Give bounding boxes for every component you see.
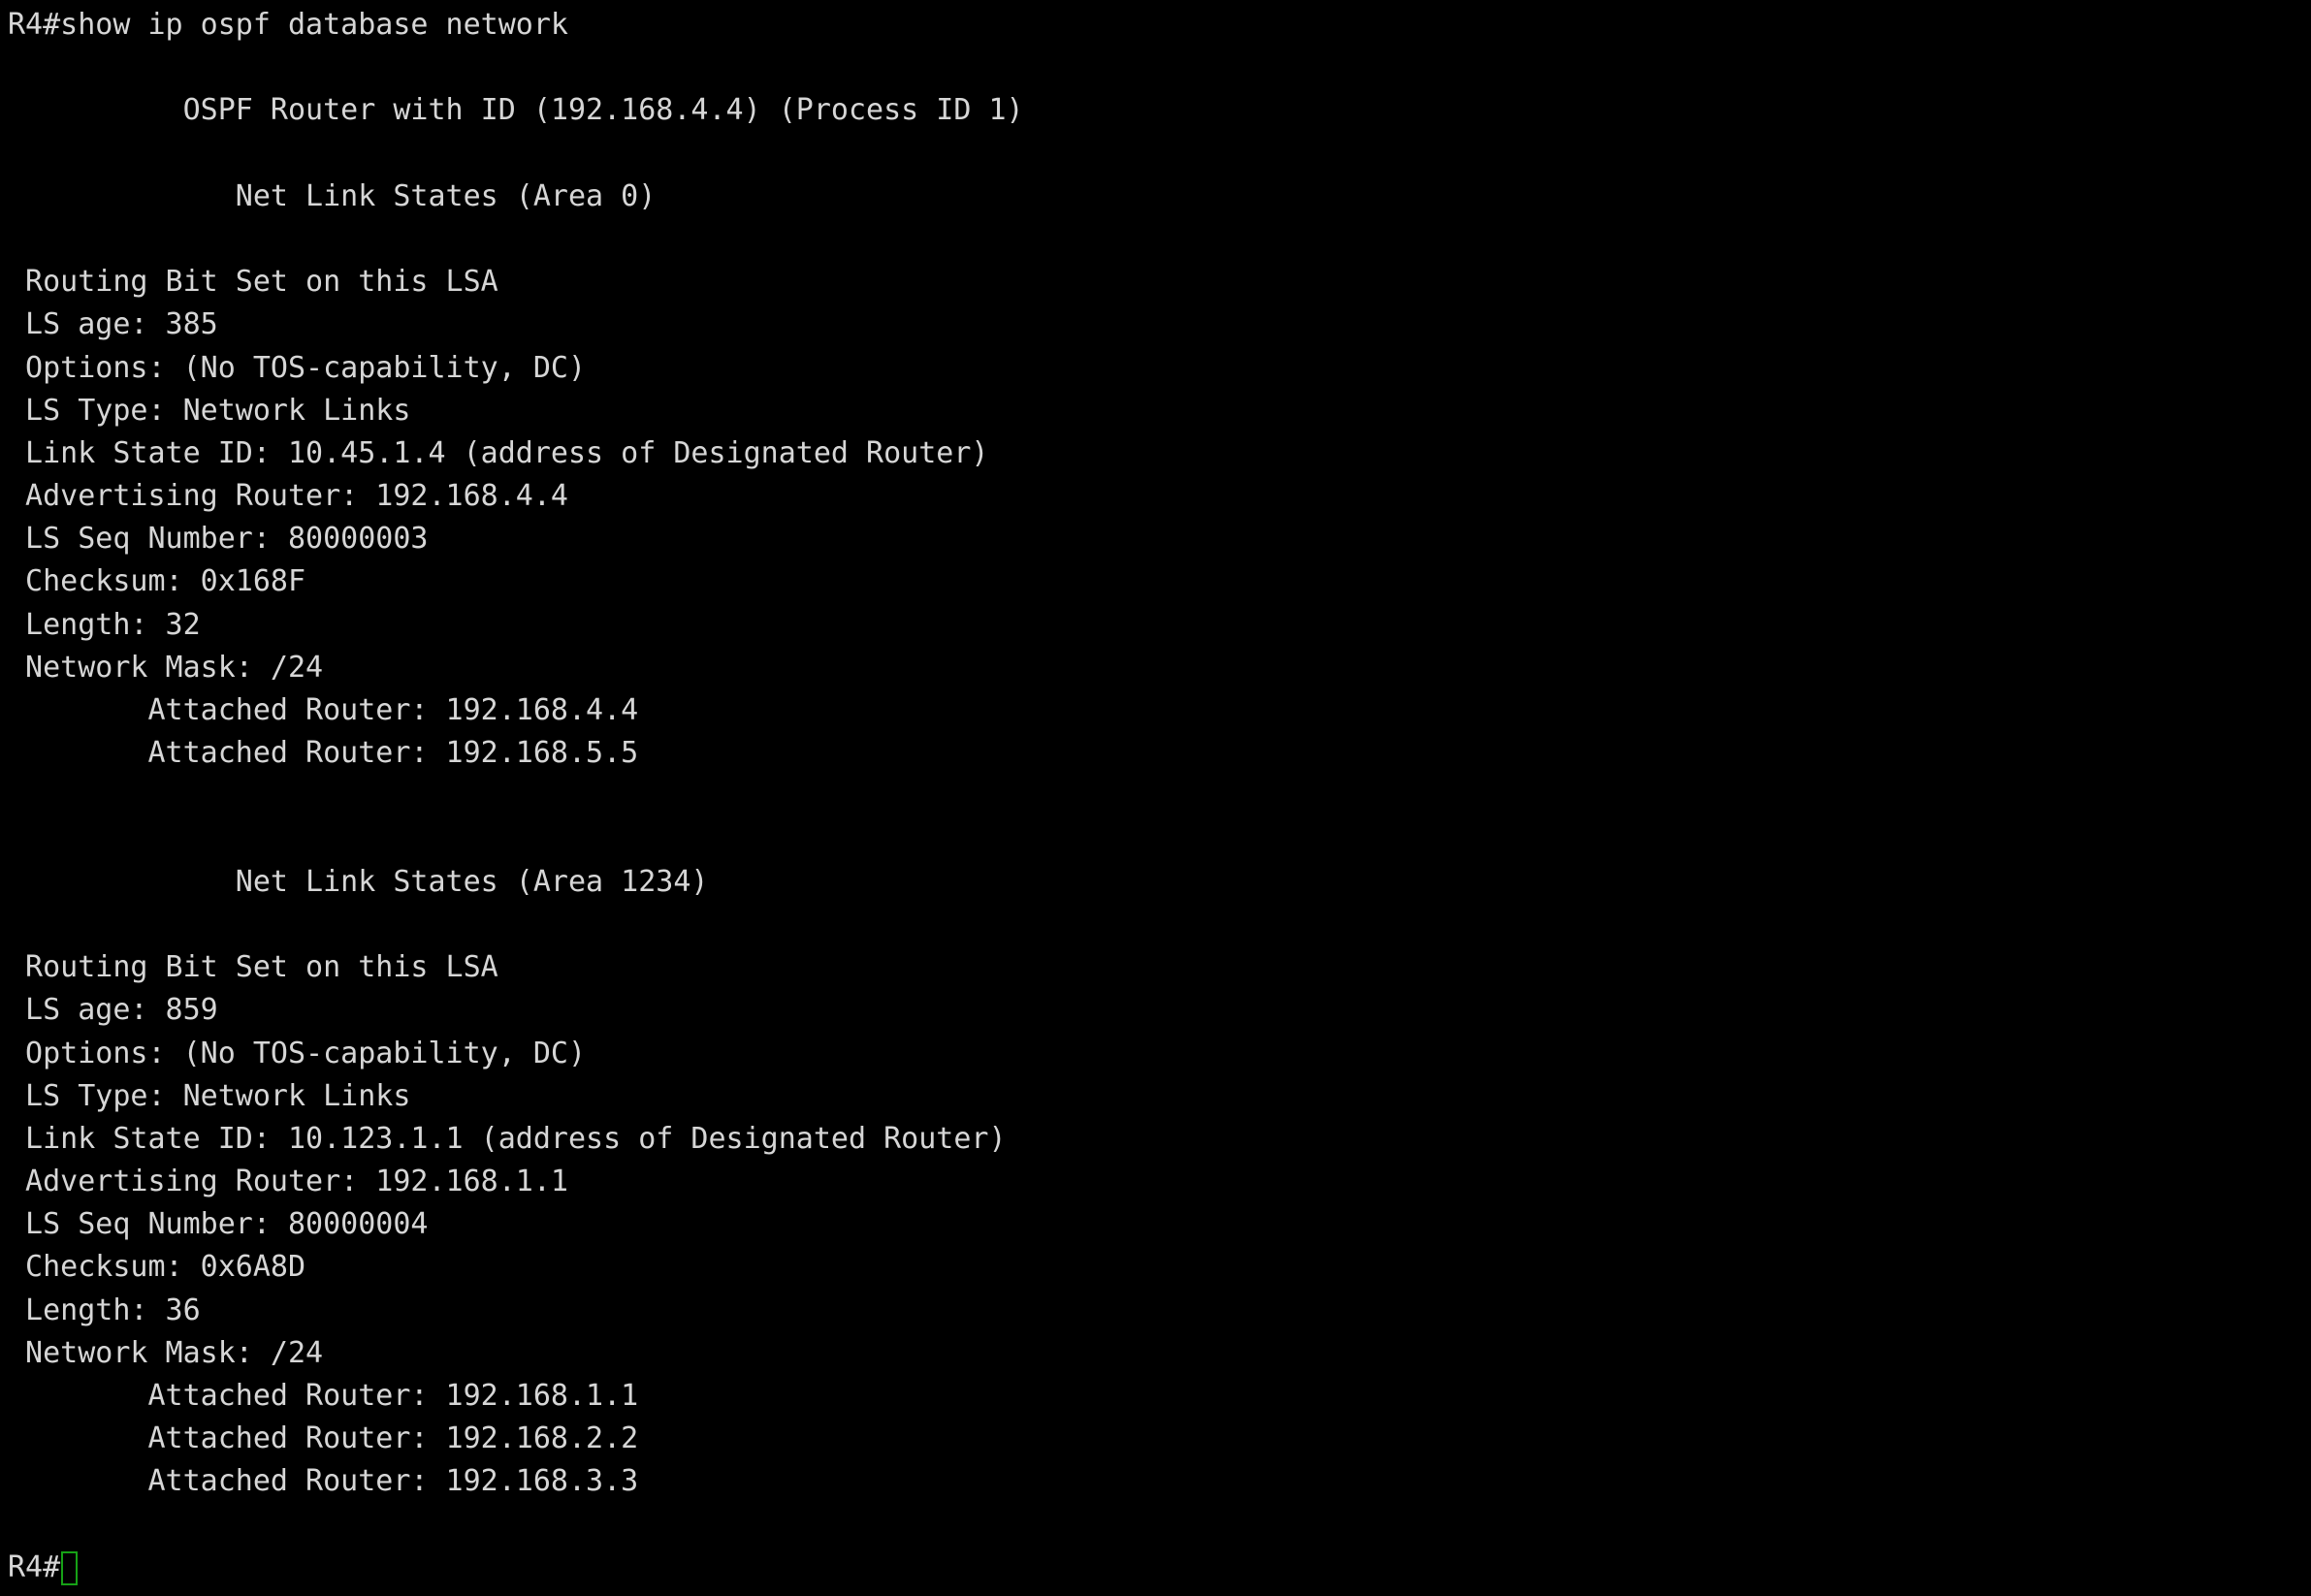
- lsa-line-network-mask: Network Mask: /24: [8, 1335, 324, 1370]
- text-cursor: [61, 1551, 79, 1586]
- lsa-line-ls-seq-number: LS Seq Number: 80000003: [8, 522, 429, 557]
- lsa-line-attached-router: Attached Router: 192.168.3.3: [8, 1464, 639, 1499]
- lsa-line-routing-bit: Routing Bit Set on this LSA: [8, 950, 498, 985]
- command-line: R4#show ip ospf database network: [8, 8, 568, 42]
- prompt-label: R4#: [8, 1549, 61, 1584]
- lsa-line-advertising-router: Advertising Router: 192.168.1.1: [8, 1165, 568, 1199]
- lsa-line-ls-seq-number: LS Seq Number: 80000004: [8, 1207, 429, 1242]
- ospf-router-header: OSPF Router with ID (192.168.4.4) (Proce…: [8, 93, 1024, 128]
- lsa-line-attached-router: Attached Router: 192.168.2.2: [8, 1421, 639, 1456]
- lsa-line-ls-type: LS Type: Network Links: [8, 393, 411, 428]
- lsa-line-attached-router: Attached Router: 192.168.4.4: [8, 693, 639, 727]
- lsa-line-routing-bit: Routing Bit Set on this LSA: [8, 265, 498, 300]
- lsa-line-network-mask: Network Mask: /24: [8, 650, 324, 685]
- lsa-line-checksum: Checksum: 0x6A8D: [8, 1250, 306, 1285]
- lsa-line-options: Options: (No TOS-capability, DC): [8, 1036, 587, 1070]
- section-header-area-0: Net Link States (Area 0): [8, 178, 657, 213]
- lsa-line-checksum: Checksum: 0x168F: [8, 564, 306, 599]
- terminal-screen[interactable]: R4#show ip ospf database network OSPF Ro…: [0, 0, 2311, 1596]
- lsa-line-options: Options: (No TOS-capability, DC): [8, 350, 587, 385]
- lsa-line-attached-router: Attached Router: 192.168.1.1: [8, 1379, 639, 1413]
- lsa-line-length: Length: 32: [8, 607, 201, 642]
- lsa-line-advertising-router: Advertising Router: 192.168.4.4: [8, 479, 568, 514]
- lsa-line-ls-type: LS Type: Network Links: [8, 1078, 411, 1113]
- lsa-line-link-state-id: Link State ID: 10.123.1.1 (address of De…: [8, 1121, 1007, 1156]
- lsa-line-length: Length: 36: [8, 1293, 201, 1327]
- lsa-line-attached-router: Attached Router: 192.168.5.5: [8, 736, 639, 771]
- shell-prompt-line[interactable]: R4#: [8, 1547, 2311, 1589]
- lsa-line-ls-age: LS age: 385: [8, 307, 218, 342]
- section-header-area-1234: Net Link States (Area 1234): [8, 864, 709, 899]
- lsa-line-ls-age: LS age: 859: [8, 993, 218, 1028]
- lsa-line-link-state-id: Link State ID: 10.45.1.4 (address of Des…: [8, 435, 989, 470]
